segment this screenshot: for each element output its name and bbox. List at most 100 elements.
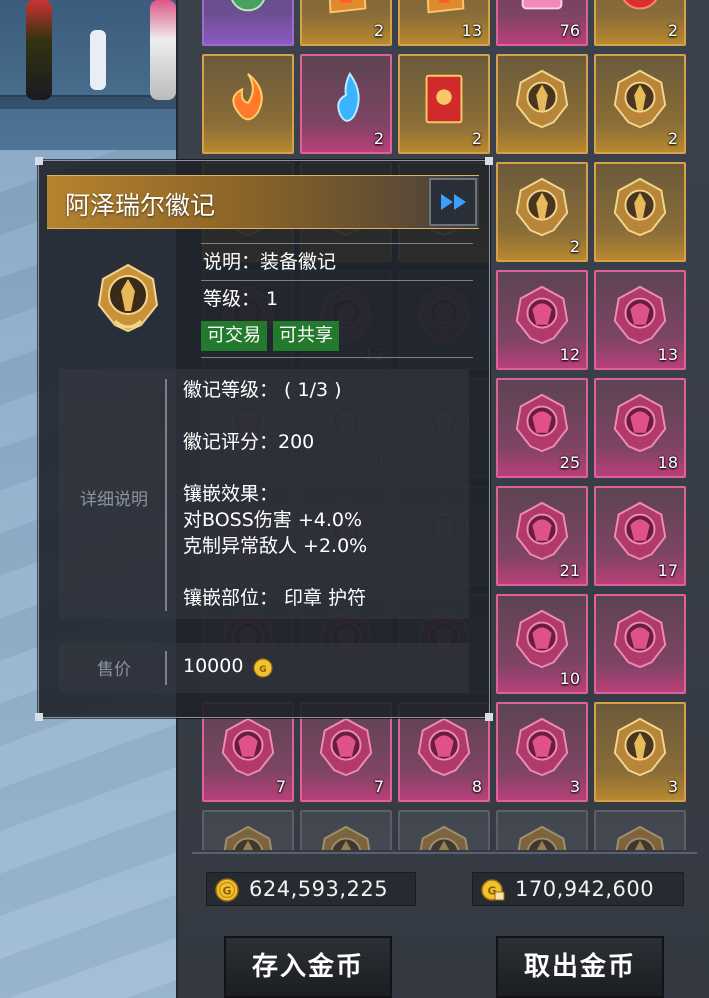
item-quantity: 2 — [471, 129, 482, 148]
inventory-slot[interactable]: 2 — [300, 54, 392, 154]
inventory-slot[interactable] — [202, 810, 294, 850]
item-quantity: 8 — [471, 777, 482, 796]
compare-button[interactable] — [429, 178, 477, 226]
tooltip-header: 阿泽瑞尔徽记 — [47, 175, 479, 229]
inventory-slot[interactable] — [496, 54, 588, 154]
pink-box-icon — [521, 0, 563, 10]
player-character[interactable] — [26, 0, 52, 100]
item-quantity: 25 — [559, 453, 580, 472]
item-quantity: 13 — [657, 345, 678, 364]
info-divider — [201, 357, 473, 358]
item-quantity: 2 — [373, 21, 384, 40]
item-level: 等级： 1 — [203, 288, 279, 310]
inventory-slot[interactable]: 25 — [496, 378, 588, 478]
details-label: 详细说明 — [80, 490, 148, 510]
item-quantity: 18 — [657, 453, 678, 472]
price-label: 售价 — [97, 660, 131, 680]
gold-balance: G 624,593,225 — [206, 872, 416, 906]
item-info: 说明：装备徽记 等级： 1 可交易 可共享 — [201, 243, 473, 358]
item-quantity: 3 — [569, 777, 580, 796]
gold-emblem-icon — [613, 69, 667, 129]
inventory-slot[interactable]: 3 — [594, 702, 686, 802]
potion-icon — [231, 0, 265, 12]
inventory-slot[interactable] — [594, 594, 686, 694]
gold-emblem-icon — [515, 69, 569, 129]
panel-divider — [192, 852, 697, 854]
gold-coin-icon: G — [215, 878, 239, 902]
inventory-slot[interactable]: 3 — [496, 702, 588, 802]
inventory-slot[interactable]: 2 — [594, 54, 686, 154]
inventory-slot[interactable] — [202, 54, 294, 154]
svg-text:G: G — [222, 885, 231, 898]
shareable-tag: 可共享 — [273, 321, 339, 351]
emblem-score-line: 徽记评分：200 — [183, 431, 315, 453]
gold-emblem-icon — [517, 825, 567, 850]
pink-emblem-icon — [319, 717, 373, 777]
details-spacer — [183, 559, 463, 585]
tooltip-corner — [35, 713, 43, 721]
tooltip-corner — [485, 713, 493, 721]
tooltip-corner — [35, 157, 43, 165]
inventory-slot[interactable]: 76 — [496, 0, 588, 46]
item-name: 阿泽瑞尔徽记 — [65, 191, 216, 220]
deposit-gold-button[interactable]: 存入金币 — [224, 936, 392, 998]
gold-emblem-icon — [615, 825, 665, 850]
price-vertical-divider — [165, 651, 167, 685]
gold-emblem-icon — [321, 825, 371, 850]
item-quantity: 12 — [559, 345, 580, 364]
inventory-slot[interactable] — [594, 162, 686, 262]
item-quantity: 10 — [559, 669, 580, 688]
details-spacer — [183, 455, 463, 481]
gold-emblem-icon — [613, 717, 667, 777]
gold-emblem-icon — [613, 177, 667, 237]
inventory-slot[interactable]: 2 — [398, 54, 490, 154]
inventory-slot[interactable]: 18 — [594, 378, 686, 478]
gold-emblem-icon — [223, 825, 273, 850]
item-quantity: 76 — [559, 21, 580, 40]
inventory-slot[interactable]: 13 — [398, 0, 490, 46]
inventory-slot[interactable] — [300, 810, 392, 850]
item-tags: 可交易 可共享 — [201, 317, 473, 357]
inventory-slot[interactable]: 2 — [300, 0, 392, 46]
shared-gold-coin-icon: G — [481, 879, 505, 901]
inventory-slot[interactable] — [496, 810, 588, 850]
shared-gold-balance: G 170,942,600 — [472, 872, 684, 906]
pink-emblem-icon — [515, 609, 569, 669]
inventory-slot[interactable]: 10 — [496, 594, 588, 694]
tradable-tag: 可交易 — [201, 321, 267, 351]
pink-emblem-icon — [613, 393, 667, 453]
abnormal-enemy-line: 克制异常敌人 +2.0% — [183, 535, 368, 557]
gold-emblem-icon — [515, 177, 569, 237]
shared-gold-amount: 170,942,600 — [515, 877, 655, 901]
price-value: 10000 — [183, 655, 244, 677]
details-vertical-divider — [165, 379, 167, 611]
item-tooltip: 阿泽瑞尔徽记 说明：装备徽记 等级： 1 可交易 可共享 详细说明 徽记等级： (… — [35, 157, 493, 721]
item-quantity: 7 — [275, 777, 286, 796]
inventory-slot[interactable]: 17 — [594, 486, 686, 586]
inventory-slot[interactable] — [398, 810, 490, 850]
withdraw-gold-button[interactable]: 取出金币 — [496, 936, 664, 998]
flame-icon — [232, 73, 263, 121]
pink-emblem-icon — [515, 717, 569, 777]
inventory-slot[interactable]: 2 — [496, 162, 588, 262]
emblem-item-icon — [97, 263, 159, 333]
inventory-slot[interactable]: 2 — [594, 0, 686, 46]
inventory-slot[interactable] — [202, 0, 294, 46]
item-quantity: 21 — [559, 561, 580, 580]
tooltip-corner — [485, 157, 493, 165]
inventory-slot[interactable] — [594, 810, 686, 850]
inventory-slot[interactable]: 21 — [496, 486, 588, 586]
pink-emblem-icon — [515, 501, 569, 561]
pink-emblem-icon — [613, 609, 667, 669]
item-quantity: 17 — [657, 561, 678, 580]
red-orb-icon — [622, 0, 658, 10]
fire-scroll-icon — [426, 0, 465, 14]
boss-damage-line: 对BOSS伤害 +4.0% — [183, 509, 363, 531]
item-quantity: 2 — [667, 21, 678, 40]
inventory-slot[interactable]: 12 — [496, 270, 588, 370]
inventory-slot[interactable]: 13 — [594, 270, 686, 370]
npc-character[interactable] — [150, 0, 176, 100]
npc-character[interactable] — [90, 30, 106, 90]
pink-emblem-icon — [417, 717, 471, 777]
svg-text:G: G — [259, 665, 266, 675]
